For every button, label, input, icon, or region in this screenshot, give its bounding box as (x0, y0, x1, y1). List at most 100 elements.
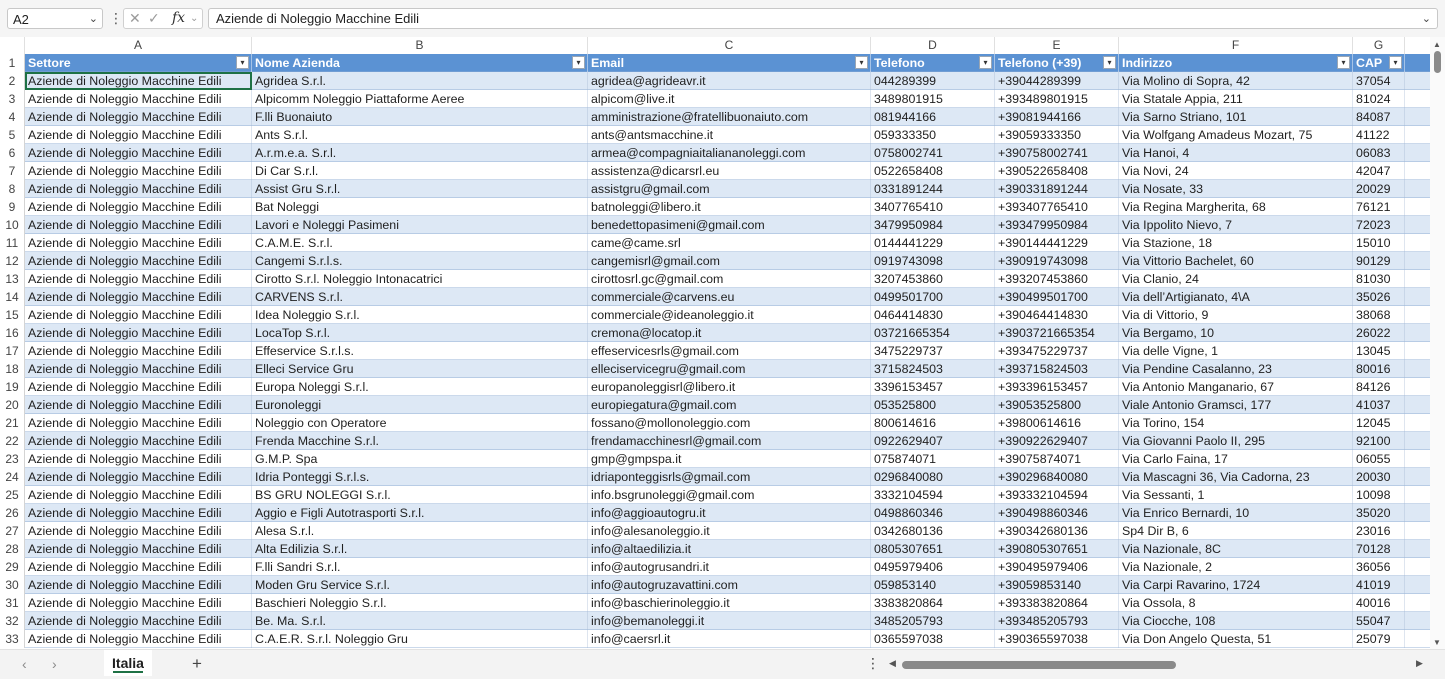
row-header[interactable]: 10 (0, 216, 25, 234)
table-cell[interactable]: +390331891244 (995, 180, 1119, 198)
chevron-down-icon[interactable]: ⌄ (89, 9, 98, 30)
table-cell[interactable]: Aziende di Noleggio Macchine Edili (25, 342, 252, 360)
table-cell[interactable]: 76121 (1353, 198, 1405, 216)
table-cell[interactable]: 13045 (1353, 342, 1405, 360)
row-header[interactable]: 9 (0, 198, 25, 216)
table-cell[interactable]: Aziende di Noleggio Macchine Edili (25, 414, 252, 432)
table-cell[interactable]: Via Sarno Striano, 101 (1119, 108, 1353, 126)
table-cell[interactable]: LocaTop S.r.l. (252, 324, 588, 342)
table-cell[interactable]: Via Stazione, 18 (1119, 234, 1353, 252)
table-cell[interactable]: info@aggioautogru.it (588, 504, 871, 522)
table-cell[interactable]: C.A.E.R. S.r.l. Noleggio Gru (252, 630, 588, 648)
table-cell[interactable]: elleciservicegru@gmail.com (588, 360, 871, 378)
table-cell[interactable]: +390296840080 (995, 468, 1119, 486)
table-cell[interactable]: info.bsgrunoleggi@gmail.com (588, 486, 871, 504)
filter-dropdown-icon[interactable]: ▾ (1103, 56, 1116, 69)
insert-function-icon[interactable]: fx (172, 10, 185, 26)
row-header[interactable]: 3 (0, 90, 25, 108)
table-cell[interactable]: Aziende di Noleggio Macchine Edili (25, 630, 252, 648)
table-cell[interactable]: info@altaedilizia.it (588, 540, 871, 558)
table-cell[interactable]: +39044289399 (995, 72, 1119, 90)
table-cell[interactable]: info@alesanoleggio.it (588, 522, 871, 540)
table-cell[interactable]: +390498860346 (995, 504, 1119, 522)
row-header[interactable]: 5 (0, 126, 25, 144)
table-cell[interactable]: +393207453860 (995, 270, 1119, 288)
table-cell[interactable]: Aziende di Noleggio Macchine Edili (25, 522, 252, 540)
table-cell[interactable]: benedettopasimeni@gmail.com (588, 216, 871, 234)
table-cell[interactable]: Via Carpi Ravarino, 1724 (1119, 576, 1353, 594)
table-cell[interactable]: 053525800 (871, 396, 995, 414)
filter-dropdown-icon[interactable]: ▾ (979, 56, 992, 69)
table-cell[interactable]: 40016 (1353, 594, 1405, 612)
table-cell[interactable]: Via Clanio, 24 (1119, 270, 1353, 288)
row-header[interactable]: 17 (0, 342, 25, 360)
column-header[interactable]: A (25, 37, 252, 54)
row-header[interactable]: 19 (0, 378, 25, 396)
table-cell[interactable]: +393479950984 (995, 216, 1119, 234)
table-cell[interactable]: +390464414830 (995, 306, 1119, 324)
table-cell[interactable]: 06083 (1353, 144, 1405, 162)
scroll-down-icon[interactable]: ▼ (1433, 638, 1441, 647)
table-cell[interactable]: frendamacchinesrl@gmail.com (588, 432, 871, 450)
table-cell[interactable]: 3207453860 (871, 270, 995, 288)
row-header[interactable]: 4 (0, 108, 25, 126)
table-cell[interactable]: 41122 (1353, 126, 1405, 144)
column-header[interactable]: C (588, 37, 871, 54)
table-cell[interactable]: Aziende di Noleggio Macchine Edili (25, 486, 252, 504)
table-cell[interactable]: Alpicomm Noleggio Piattaforme Aeree (252, 90, 588, 108)
filter-dropdown-icon[interactable]: ▾ (1389, 56, 1402, 69)
table-cell[interactable]: Aziende di Noleggio Macchine Edili (25, 162, 252, 180)
table-cell[interactable]: Ants S.r.l. (252, 126, 588, 144)
table-cell[interactable]: Via delle Vigne, 1 (1119, 342, 1353, 360)
table-cell[interactable]: Be. Ma. S.r.l. (252, 612, 588, 630)
table-cell[interactable]: Via Nazionale, 2 (1119, 558, 1353, 576)
vertical-scroll-thumb[interactable] (1434, 51, 1441, 73)
column-header[interactable]: E (995, 37, 1119, 54)
table-cell[interactable]: 800614616 (871, 414, 995, 432)
column-heading[interactable]: Email ▾ (588, 54, 871, 72)
table-cell[interactable]: 38068 (1353, 306, 1405, 324)
filter-dropdown-icon[interactable]: ▾ (1337, 56, 1350, 69)
row-header[interactable]: 1 (0, 54, 25, 72)
row-header[interactable]: 11 (0, 234, 25, 252)
table-cell[interactable]: 23016 (1353, 522, 1405, 540)
formula-input[interactable]: Aziende di Noleggio Macchine Edili ⌄ (208, 8, 1438, 29)
table-cell[interactable]: Noleggio con Operatore (252, 414, 588, 432)
table-cell[interactable]: 06055 (1353, 450, 1405, 468)
column-header[interactable]: G (1353, 37, 1405, 54)
table-cell[interactable]: +393407765410 (995, 198, 1119, 216)
table-cell[interactable]: 0919743098 (871, 252, 995, 270)
table-cell[interactable]: info@baschierinoleggio.it (588, 594, 871, 612)
table-cell[interactable]: Aziende di Noleggio Macchine Edili (25, 594, 252, 612)
vertical-scrollbar[interactable]: ▲ ▼ (1430, 37, 1445, 649)
table-cell[interactable]: 3332104594 (871, 486, 995, 504)
table-cell[interactable]: 70128 (1353, 540, 1405, 558)
table-cell[interactable]: 80016 (1353, 360, 1405, 378)
more-options-icon[interactable]: ⋮ (109, 10, 123, 27)
table-cell[interactable]: +390499501700 (995, 288, 1119, 306)
table-cell[interactable]: Via Sessanti, 1 (1119, 486, 1353, 504)
table-cell[interactable]: Via Antonio Manganario, 67 (1119, 378, 1353, 396)
table-cell[interactable]: Aziende di Noleggio Macchine Edili (25, 612, 252, 630)
more-options-icon[interactable]: ⋮ (866, 655, 880, 672)
table-cell[interactable]: commerciale@ideanoleggio.it (588, 306, 871, 324)
table-cell[interactable]: Europa Noleggi S.r.l. (252, 378, 588, 396)
table-cell[interactable]: Aziende di Noleggio Macchine Edili (25, 180, 252, 198)
table-cell[interactable]: 42047 (1353, 162, 1405, 180)
table-cell[interactable]: assistenza@dicarsrl.eu (588, 162, 871, 180)
table-cell[interactable]: 15010 (1353, 234, 1405, 252)
table-cell[interactable]: Cirotto S.r.l. Noleggio Intonacatrici (252, 270, 588, 288)
row-header[interactable]: 6 (0, 144, 25, 162)
table-cell[interactable]: 0144441229 (871, 234, 995, 252)
table-cell[interactable]: Via di Vittorio, 9 (1119, 306, 1353, 324)
row-header[interactable]: 33 (0, 630, 25, 648)
table-cell[interactable]: +393485205793 (995, 612, 1119, 630)
table-cell[interactable]: Aggio e Figli Autotrasporti S.r.l. (252, 504, 588, 522)
table-cell[interactable]: +39059853140 (995, 576, 1119, 594)
table-cell[interactable]: 044289399 (871, 72, 995, 90)
table-cell[interactable]: Cangemi S.r.l.s. (252, 252, 588, 270)
row-header[interactable]: 24 (0, 468, 25, 486)
table-cell[interactable]: CARVENS S.r.l. (252, 288, 588, 306)
row-header[interactable]: 32 (0, 612, 25, 630)
table-cell[interactable]: europanoleggisrl@libero.it (588, 378, 871, 396)
